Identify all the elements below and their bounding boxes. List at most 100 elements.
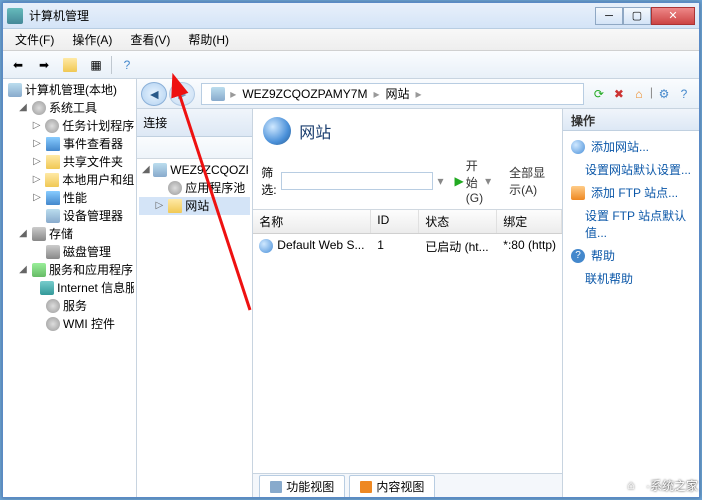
refresh-icon[interactable]: ⟳ — [590, 85, 608, 103]
toolbar-btn-2[interactable]: ▦ — [85, 54, 107, 76]
tree-shared-folders[interactable]: ▷共享文件夹 — [3, 153, 136, 171]
stop-icon[interactable]: ✖ — [610, 85, 628, 103]
tree-event-viewer[interactable]: ▷事件查看器 — [3, 135, 136, 153]
conn-server-node[interactable]: ◢WEZ9ZCQOZPAMY7M — [139, 161, 250, 179]
apps-icon — [32, 263, 46, 277]
expand-icon[interactable]: ▷ — [31, 136, 43, 152]
tab-features[interactable]: 功能视图 — [259, 475, 345, 497]
users-icon — [45, 173, 59, 187]
storage-icon — [32, 227, 46, 241]
toolbar: ⬅ ➡ ▦ ? — [3, 51, 699, 79]
watermark-logo-icon: ⌂ — [620, 474, 642, 496]
wmi-icon — [46, 317, 60, 331]
filter-label: 筛选: — [261, 164, 277, 198]
tree-performance[interactable]: ▷性能 — [3, 189, 136, 207]
tree-services-apps[interactable]: ◢服务和应用程序 — [3, 261, 136, 279]
filter-showall-button[interactable]: 全部显示(A) — [502, 162, 554, 200]
toolbar-btn-1[interactable] — [59, 54, 81, 76]
action-help[interactable]: ?帮助 — [563, 244, 699, 267]
back-icon[interactable]: ⬅ — [7, 54, 29, 76]
nav-forward-button[interactable]: ► — [169, 82, 195, 106]
actions-pane: 操作 添加网站... 设置网站默认设置... 添加 FTP 站点... 设置 F… — [563, 109, 699, 497]
breadcrumb-sites[interactable]: 网站 — [381, 85, 413, 102]
collapse-icon[interactable]: ◢ — [17, 100, 29, 116]
action-online-help[interactable]: 联机帮助 — [563, 267, 699, 290]
add-site-icon — [571, 140, 585, 154]
menu-view[interactable]: 查看(V) — [122, 29, 178, 50]
collapse-icon[interactable]: ◢ — [17, 226, 29, 242]
settings-icon[interactable]: ⚙ — [655, 85, 673, 103]
server-icon — [211, 87, 225, 101]
conn-app-pools[interactable]: 应用程序池 — [139, 179, 250, 197]
page-title: 网站 — [299, 119, 331, 143]
col-status[interactable]: 状态 — [419, 210, 497, 233]
view-tabs: 功能视图 内容视图 — [253, 473, 562, 497]
menu-action[interactable]: 操作(A) — [64, 29, 120, 50]
close-button[interactable]: ✕ — [651, 7, 695, 25]
tab-content[interactable]: 内容视图 — [349, 475, 435, 497]
action-set-site-defaults[interactable]: 设置网站默认设置... — [563, 158, 699, 181]
filter-go-button[interactable]: ▶开始(G)▾ — [448, 155, 499, 207]
expand-icon[interactable]: ▷ — [31, 172, 42, 188]
breadcrumb-path[interactable]: ▸ WEZ9ZCQOZPAMY7M ▸ 网站 ▸ — [201, 83, 584, 105]
tools-icon — [32, 101, 46, 115]
tree-wmi[interactable]: WMI 控件 — [3, 315, 136, 333]
collapse-icon[interactable]: ◢ — [141, 162, 150, 178]
expand-icon[interactable]: ▷ — [31, 118, 42, 134]
server-icon — [153, 163, 167, 177]
tree-system-tools[interactable]: ◢系统工具 — [3, 99, 136, 117]
tree-services[interactable]: 服务 — [3, 297, 136, 315]
action-add-site[interactable]: 添加网站... — [563, 135, 699, 158]
app-icon — [7, 8, 23, 24]
home-icon[interactable]: ⌂ — [630, 85, 648, 103]
breadcrumb-server[interactable]: WEZ9ZCQOZPAMY7M — [238, 87, 371, 101]
col-id[interactable]: ID — [371, 210, 419, 233]
features-icon — [270, 481, 282, 493]
nav-back-button[interactable]: ◄ — [141, 82, 167, 106]
col-name[interactable]: 名称 — [253, 210, 371, 233]
tree-iis[interactable]: Internet 信息服务(IIS)管理器 — [3, 279, 136, 297]
event-icon — [46, 137, 60, 151]
tree-storage[interactable]: ◢存储 — [3, 225, 136, 243]
filter-input[interactable] — [281, 172, 433, 190]
col-binding[interactable]: 绑定 — [497, 210, 562, 233]
grid-body: Default Web S... 1 已启动 (ht... *:80 (http… — [253, 234, 562, 473]
conn-refresh-icon[interactable] — [161, 139, 179, 157]
tree-local-users[interactable]: ▷本地用户和组 — [3, 171, 136, 189]
tree-root[interactable]: 计算机管理(本地) — [3, 81, 136, 99]
window-title: 计算机管理 — [29, 7, 595, 24]
menu-bar: 文件(F) 操作(A) 查看(V) 帮助(H) — [3, 29, 699, 51]
expand-icon[interactable]: ▷ — [31, 190, 43, 206]
actions-header: 操作 — [563, 109, 699, 131]
iis-icon — [40, 281, 54, 295]
bc-help-icon[interactable]: ? — [675, 85, 693, 103]
help-icon: ? — [571, 249, 585, 263]
sites-icon — [168, 199, 182, 213]
expand-icon[interactable]: ▷ — [153, 198, 165, 214]
action-set-ftp-defaults[interactable]: 设置 FTP 站点默认值... — [563, 204, 699, 244]
help-icon[interactable]: ? — [116, 54, 138, 76]
watermark: ⌂ ·系统之家 — [620, 474, 698, 496]
action-add-ftp[interactable]: 添加 FTP 站点... — [563, 181, 699, 204]
disk-icon — [46, 245, 60, 259]
device-icon — [46, 209, 60, 223]
collapse-icon[interactable]: ◢ — [17, 262, 29, 278]
minimize-button[interactable]: ─ — [595, 7, 623, 25]
expand-icon[interactable]: ▷ — [31, 154, 43, 170]
connections-pane: 连接 ◢WEZ9ZCQOZPAMY7M 应用程序池 ▷网站 — [137, 109, 253, 497]
menu-file[interactable]: 文件(F) — [7, 29, 62, 50]
tree-disk-management[interactable]: 磁盘管理 — [3, 243, 136, 261]
content-icon — [360, 481, 372, 493]
table-row[interactable]: Default Web S... 1 已启动 (ht... *:80 (http… — [253, 234, 562, 259]
breadcrumb-bar: ◄ ► ▸ WEZ9ZCQOZPAMY7M ▸ 网站 ▸ ⟳ ✖ ⌂ | ⚙ ? — [137, 79, 699, 109]
forward-icon[interactable]: ➡ — [33, 54, 55, 76]
conn-sites[interactable]: ▷网站 — [139, 197, 250, 215]
conn-up-icon[interactable] — [141, 139, 159, 157]
maximize-button[interactable]: ▢ — [623, 7, 651, 25]
menu-help[interactable]: 帮助(H) — [180, 29, 237, 50]
tree-task-scheduler[interactable]: ▷任务计划程序 — [3, 117, 136, 135]
clock-icon — [45, 119, 59, 133]
tree-device-manager[interactable]: 设备管理器 — [3, 207, 136, 225]
main-content: 网站 筛选: ▾ ▶开始(G)▾ 全部显示(A) 名称 ID 状态 绑定 — [253, 109, 563, 497]
computer-icon — [8, 83, 22, 97]
